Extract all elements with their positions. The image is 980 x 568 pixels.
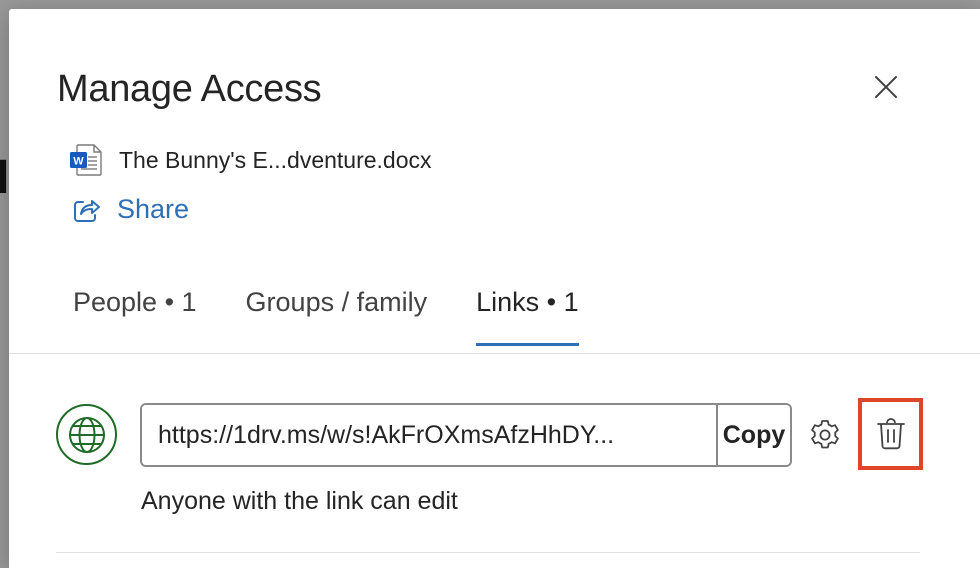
share-icon: [74, 199, 100, 222]
access-tabs: People • 1 Groups / family Links • 1: [73, 287, 628, 353]
delete-link-button[interactable]: [858, 398, 923, 470]
gear-icon: [811, 420, 839, 449]
share-button[interactable]: Share: [73, 194, 189, 225]
close-icon: [875, 76, 897, 98]
share-label: Share: [117, 194, 190, 224]
link-permission-description: Anyone with the link can edit: [141, 487, 458, 515]
link-url-input[interactable]: https://1drv.ms/w/s!AkFrOXmsAfzHhDY...: [142, 405, 716, 465]
svg-text:W: W: [73, 156, 84, 168]
copy-button[interactable]: Copy: [716, 405, 790, 465]
tab-links[interactable]: Links • 1: [476, 287, 579, 346]
link-settings-button[interactable]: [805, 415, 845, 455]
tab-groups-family[interactable]: Groups / family: [246, 287, 428, 343]
file-name: The Bunny's E...dventure.docx: [119, 146, 432, 173]
tabs-divider: [9, 353, 980, 354]
dialog-title: Manage Access: [57, 68, 322, 110]
manage-access-dialog: Manage Access W The Bunny's E...dventure…: [9, 9, 980, 568]
tab-people[interactable]: People • 1: [73, 287, 197, 343]
link-type-badge: [56, 404, 117, 465]
globe-icon: [68, 416, 105, 453]
links-divider: [56, 552, 920, 553]
link-field: https://1drv.ms/w/s!AkFrOXmsAfzHhDY... C…: [140, 403, 792, 467]
word-document-icon: W: [70, 144, 102, 176]
trash-icon: [876, 418, 905, 450]
file-info: W The Bunny's E...dventure.docx: [69, 143, 432, 177]
close-button[interactable]: [871, 72, 901, 102]
